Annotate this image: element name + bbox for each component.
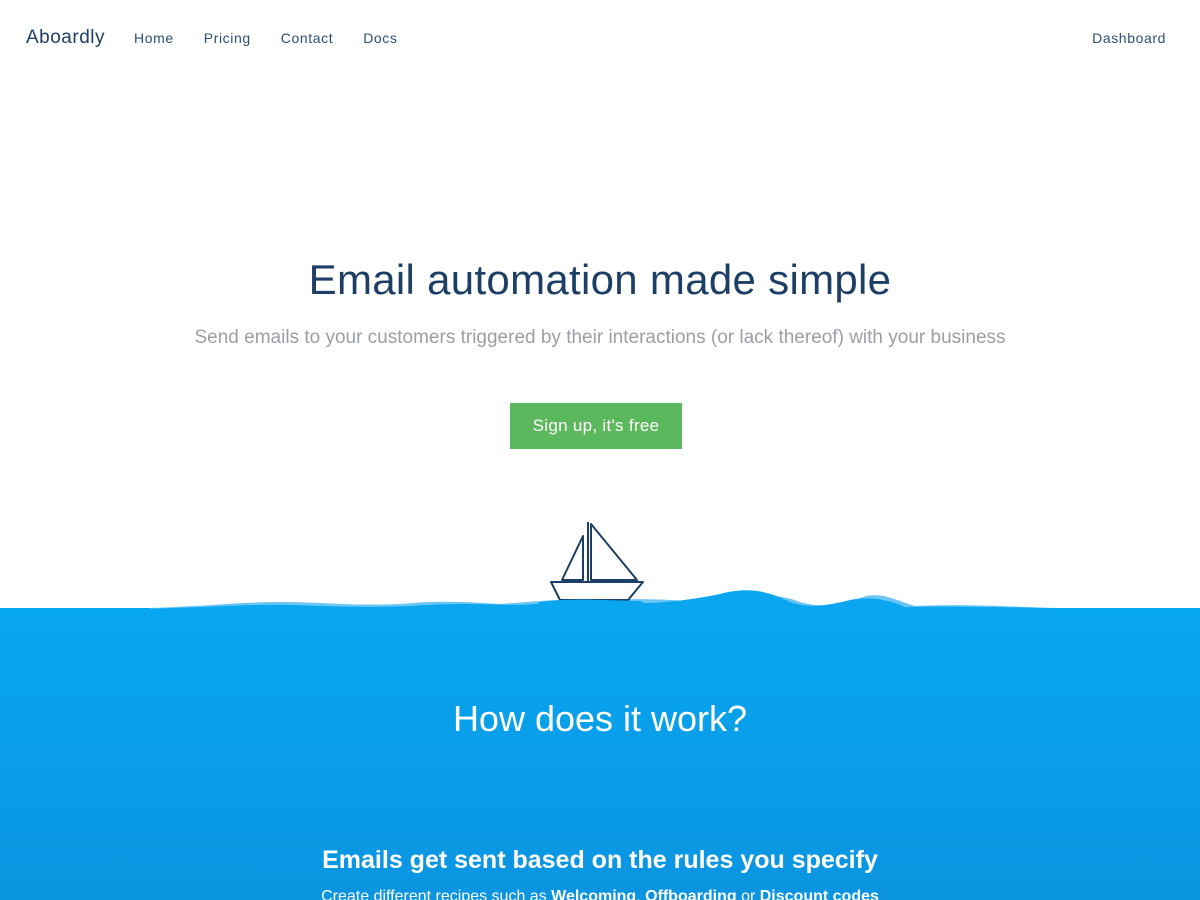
feature-or: or (736, 888, 760, 900)
nav-links: Home Pricing Contact Docs (134, 30, 428, 46)
feature-title: Emails get sent based on the rules you s… (322, 846, 878, 874)
boat-sail-main (590, 523, 638, 581)
hero-subtitle: Send emails to your customers triggered … (194, 327, 1006, 348)
nav-link-home[interactable]: Home (134, 30, 174, 46)
recipe-welcoming: Welcoming (551, 888, 637, 900)
recipe-discount-codes: Discount codes (759, 888, 879, 900)
nav-link-docs[interactable]: Docs (363, 30, 397, 46)
boat-sail-small (561, 535, 584, 581)
sailboat-illustration (140, 522, 1060, 610)
nav-link-dashboard[interactable]: Dashboard (1092, 30, 1166, 46)
feature-description: Create different recipes such as Welcomi… (0, 888, 1200, 900)
top-navbar: Aboardly Home Pricing Contact Docs Dashb… (0, 0, 1200, 76)
signup-button[interactable]: Sign up, it's free (510, 403, 682, 449)
nav-link-pricing[interactable]: Pricing (204, 30, 251, 46)
feature-sep: , (636, 888, 646, 900)
boat-hull (550, 581, 644, 601)
recipe-offboarding: Offboarding (645, 888, 737, 900)
feature-text-prefix: Create different recipes such as (321, 888, 552, 900)
nav-link-contact[interactable]: Contact (281, 30, 333, 46)
how-it-works-title: How does it work? (452, 698, 748, 739)
brand-logo-link[interactable]: Aboardly (26, 27, 105, 49)
hero-title: Email automation made simple (308, 256, 892, 303)
